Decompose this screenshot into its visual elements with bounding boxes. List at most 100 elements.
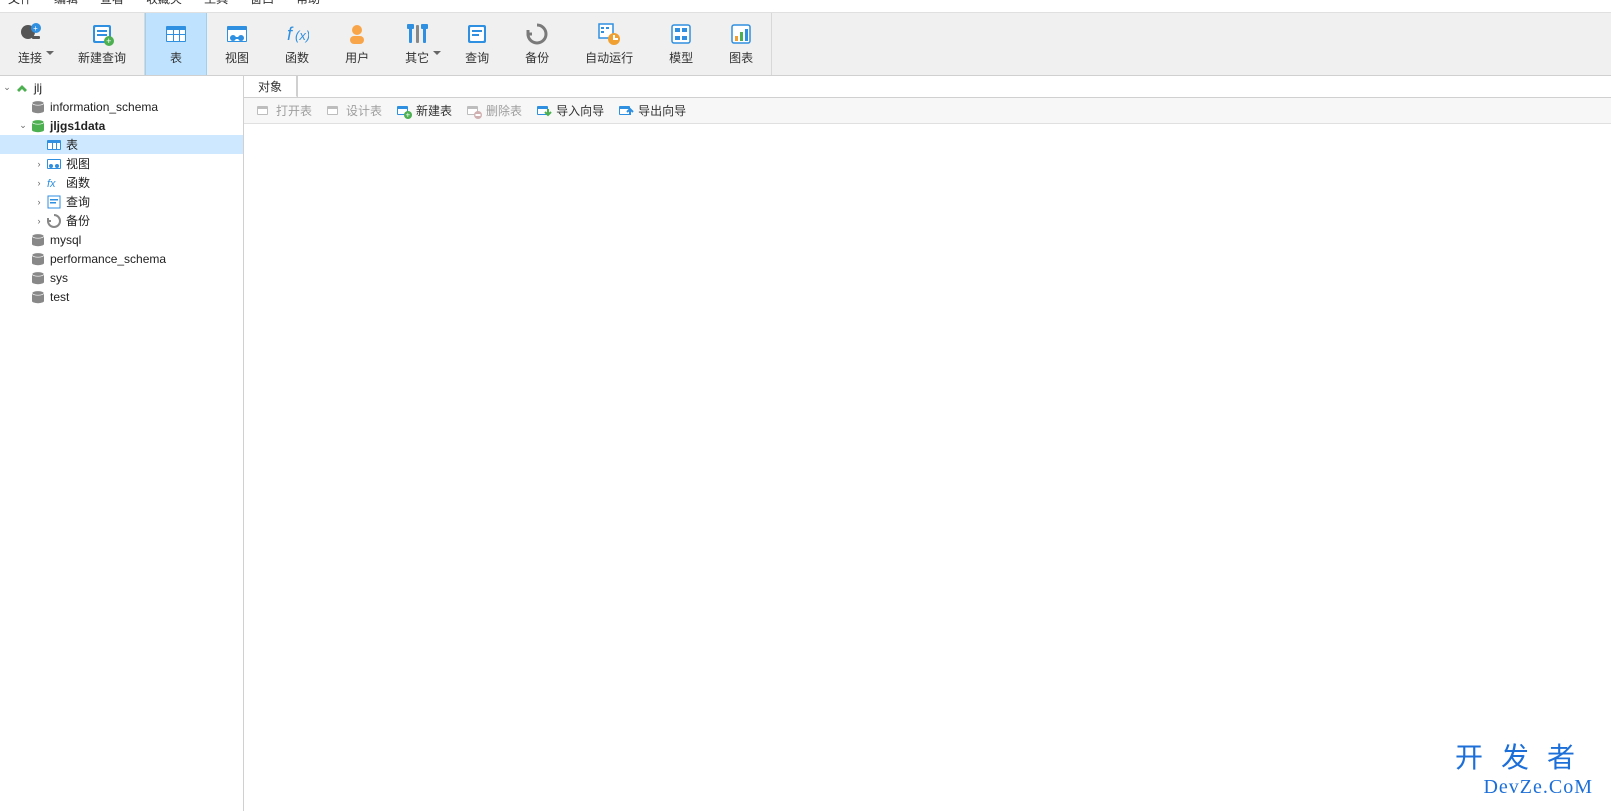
toolbar-function[interactable]: f(x) 函数 [267, 13, 327, 75]
watermark: 开发者 DevZe.CoM [1455, 736, 1593, 799]
content-area: 对象 打开表 设计表 + 新建表 删除表 导入向导 导出向导 [244, 76, 1611, 811]
expander-icon [18, 254, 28, 264]
db-green-icon [30, 118, 46, 134]
toolbar-label: 查询 [465, 49, 489, 66]
dropdown-caret-icon[interactable] [46, 51, 54, 59]
address-bar[interactable] [297, 76, 1611, 97]
toolbar-autorun[interactable]: 自动运行 [567, 13, 651, 75]
tree-node-mysql[interactable]: mysql [0, 230, 243, 249]
tree-node-performance_schema[interactable]: performance_schema [0, 249, 243, 268]
objbar-label: 删除表 [486, 102, 522, 119]
menu-item-4[interactable]: 工具 [204, 0, 228, 2]
toolbar-label: 其它 [405, 49, 429, 66]
expander-icon[interactable] [34, 178, 44, 188]
expander-icon[interactable] [34, 216, 44, 226]
toolbar-label: 模型 [669, 49, 693, 66]
main-toolbar: +连接 + 新建查询 表视图 f(x) 函数 用户 其它 查询 备份 自动运行 模型 图表 [0, 12, 1611, 76]
tree-label: 查询 [66, 193, 90, 210]
toolbar-view[interactable]: 视图 [207, 13, 267, 75]
svg-text:+: + [406, 110, 411, 119]
toolbar-model[interactable]: 模型 [651, 13, 711, 75]
expander-icon[interactable] [18, 121, 28, 131]
table-design-icon [326, 103, 342, 119]
expander-icon[interactable] [34, 159, 44, 169]
objbar-label: 新建表 [416, 102, 452, 119]
toolbar-label: 图表 [729, 49, 753, 66]
toolbar-table[interactable]: 表 [145, 13, 207, 75]
toolbar-query[interactable]: 查询 [447, 13, 507, 75]
expander-icon[interactable] [34, 197, 44, 207]
objbar-label: 打开表 [276, 102, 312, 119]
view-icon [225, 22, 249, 46]
tree-label: sys [50, 271, 68, 285]
toolbar-chart[interactable]: 图表 [711, 13, 771, 75]
toolbar-backup[interactable]: 备份 [507, 13, 567, 75]
tree-label: 视图 [66, 155, 90, 172]
db-gray-icon [30, 289, 46, 305]
schedule-icon [597, 22, 621, 46]
tree-label: 函数 [66, 174, 90, 191]
objbar-new-table[interactable]: + 新建表 [390, 100, 458, 121]
tree-node-表[interactable]: 表 [0, 135, 243, 154]
tree-node-information_schema[interactable]: information_schema [0, 97, 243, 116]
menu-item-5[interactable]: 窗口 [250, 0, 274, 2]
db-gray-icon [30, 270, 46, 286]
menu-item-1[interactable]: 编辑 [54, 0, 78, 2]
tree-node-视图[interactable]: 视图 [0, 154, 243, 173]
table-open-icon [256, 103, 272, 119]
objbar-open-table: 打开表 [250, 100, 318, 121]
tree-node-jlj[interactable]: jlj [0, 78, 243, 97]
menu-item-2[interactable]: 查看 [100, 0, 124, 2]
toolbar-label: 函数 [285, 49, 309, 66]
svg-text:+: + [106, 36, 111, 46]
menu-bar: 文件 编辑 查看 收藏夹 工具 窗口 帮助 [0, 0, 1611, 12]
toolbar-other[interactable]: 其它 [387, 13, 447, 75]
expander-icon [34, 140, 44, 150]
svg-text:f: f [287, 24, 294, 44]
watermark-line1: 开发者 [1455, 736, 1593, 776]
expander-icon [18, 292, 28, 302]
toolbar-label: 用户 [345, 49, 369, 66]
toolbar-label: 新建查询 [78, 49, 126, 66]
tree-label: mysql [50, 233, 81, 247]
menu-item-0[interactable]: 文件 [8, 0, 32, 2]
tree-label: performance_schema [50, 252, 166, 266]
toolbar-new-query[interactable]: + 新建查询 [60, 13, 144, 75]
tree-node-sys[interactable]: sys [0, 268, 243, 287]
tree-node-查询[interactable]: 查询 [0, 192, 243, 211]
objbar-label: 设计表 [346, 102, 382, 119]
tree-node-备份[interactable]: 备份 [0, 211, 243, 230]
tree-label: 表 [66, 136, 78, 153]
objbar-label: 导入向导 [556, 102, 604, 119]
tree-node-jljgs1data[interactable]: jljgs1data [0, 116, 243, 135]
toolbar-user[interactable]: 用户 [327, 13, 387, 75]
objbar-import-wizard[interactable]: 导入向导 [530, 100, 610, 121]
view-blue-icon [46, 156, 62, 172]
tab-对象[interactable]: 对象 [244, 76, 297, 97]
objbar-design-table: 设计表 [320, 100, 388, 121]
dropdown-caret-icon[interactable] [433, 51, 441, 59]
model-icon [669, 22, 693, 46]
toolbar-label: 连接 [18, 49, 42, 66]
menu-item-6[interactable]: 帮助 [296, 0, 320, 2]
expander-icon [18, 102, 28, 112]
query-blue-icon [46, 194, 62, 210]
menu-item-3[interactable]: 收藏夹 [146, 0, 182, 2]
toolbar-connect[interactable]: +连接 [0, 13, 60, 75]
svg-text:(x): (x) [295, 28, 309, 43]
toolbar-label: 备份 [525, 49, 549, 66]
expander-icon[interactable] [2, 83, 12, 93]
tree-label: 备份 [66, 212, 90, 229]
table-delete-icon [466, 103, 482, 119]
user-icon [345, 22, 369, 46]
main-area: jlj information_schema jljgs1data表视图 fx 函数查询… [0, 76, 1611, 811]
tree-label: information_schema [50, 100, 158, 114]
tab-bar: 对象 [244, 76, 1611, 98]
tree-node-函数[interactable]: fx 函数 [0, 173, 243, 192]
objbar-label: 导出向导 [638, 102, 686, 119]
toolbar-label: 自动运行 [585, 49, 633, 66]
tree-label: jlj [34, 81, 42, 95]
objbar-export-wizard[interactable]: 导出向导 [612, 100, 692, 121]
tree-node-test[interactable]: test [0, 287, 243, 306]
svg-text:fx: fx [47, 178, 56, 190]
